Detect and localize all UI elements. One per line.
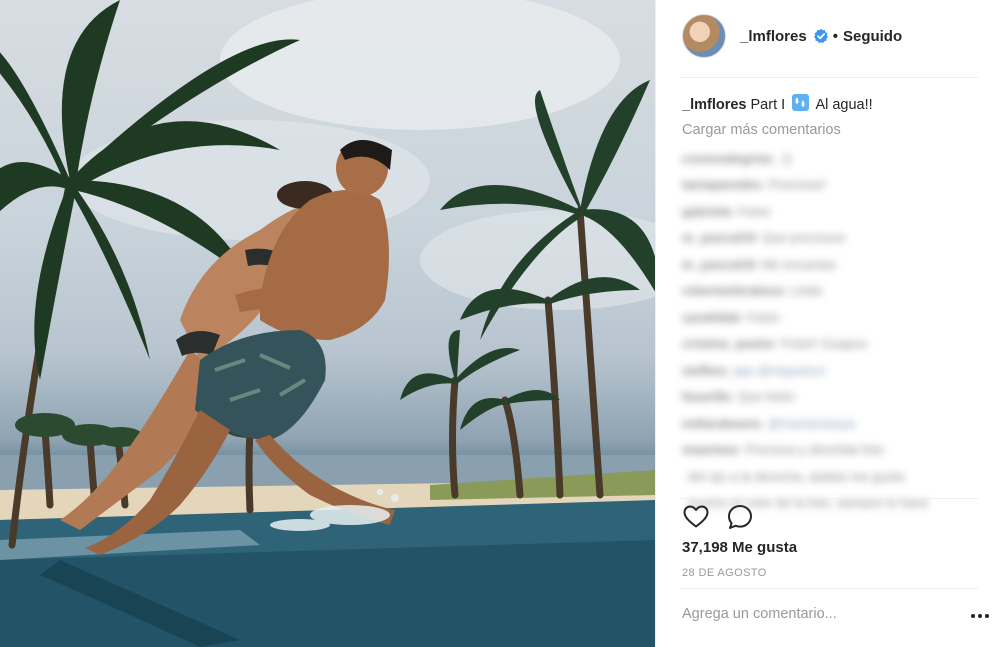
- comments-divider: [680, 498, 978, 499]
- caption-text-before: Part I: [750, 97, 786, 113]
- post-header: _lmflores • Seguido: [656, 0, 1002, 72]
- comment-username[interactable]: cosmoalegrias: [682, 151, 773, 166]
- comment-item: del ojo a la derecha, aiadas me gusta: [682, 463, 982, 490]
- comment-item: robertanbrabeza Linda: [682, 278, 982, 305]
- photo-scene: [0, 0, 655, 647]
- post-caption: _lmflores Part I Al agua!!: [682, 94, 873, 113]
- post-side-panel: _lmflores • Seguido _lmflores Part I Al …: [655, 0, 1002, 647]
- add-comment-input[interactable]: [682, 606, 922, 622]
- comment-item: nellarabeans @martanskaya: [682, 410, 982, 437]
- comment-text: Fotón: [746, 309, 780, 325]
- post-username-link[interactable]: _lmflores: [740, 28, 807, 45]
- comment-username[interactable]: nellarabeans: [682, 416, 762, 431]
- caption-username-link[interactable]: _lmflores: [682, 97, 746, 113]
- comment-text: Linda: [789, 283, 822, 299]
- comment-text: del ojo a la derecha, aiadas me gusta: [688, 468, 905, 484]
- comment-username[interactable]: gabriela: [682, 204, 732, 219]
- comment-username[interactable]: m_pascal19: [682, 257, 756, 272]
- comment-item: cosmoalegrias:)): [682, 145, 982, 172]
- comment-text: Me encantas: [761, 256, 837, 272]
- comment-text: Preciosa!!: [768, 177, 827, 193]
- follow-status-button[interactable]: Seguido: [843, 28, 902, 45]
- comment-bubble-icon[interactable]: [726, 503, 754, 531]
- more-options-icon[interactable]: [970, 611, 990, 621]
- comment-username[interactable]: sarahbbb: [682, 310, 741, 325]
- comment-item: maarteee Preciosa y divertida foto: [682, 437, 982, 464]
- comment-item: gabriela Fotos: [682, 198, 982, 225]
- comment-username[interactable]: taniaparedes: [682, 177, 762, 192]
- comment-username[interactable]: cristina_pastor: [682, 336, 775, 351]
- comment-text: Preciosa y divertida foto: [745, 442, 884, 458]
- post-date: 28 DE AGOSTO: [682, 567, 767, 579]
- header-divider: [680, 77, 978, 78]
- comment-text: Que fotón: [737, 389, 795, 405]
- heart-icon[interactable]: [682, 503, 710, 531]
- comment-item: stefbes jaja @migueluvi: [682, 357, 982, 384]
- comment-username[interactable]: maarteee: [682, 442, 739, 457]
- post-actions: [682, 503, 754, 531]
- droplets-icon: [792, 94, 810, 111]
- verified-badge-icon: [813, 28, 828, 43]
- comment-item: m_pascal19 Me encantas: [682, 251, 982, 278]
- comment-username[interactable]: fasarillo: [682, 389, 732, 404]
- comment-username[interactable]: stefbes: [682, 363, 728, 378]
- comment-item: taniaparedes Preciosa!!: [682, 172, 982, 199]
- comment-text: Fotón! Guapos: [781, 336, 868, 352]
- add-comment-divider: [680, 588, 978, 589]
- caption-text-after: Al agua!!: [815, 97, 873, 113]
- comment-text: :)): [779, 150, 792, 166]
- post-photo[interactable]: [0, 0, 655, 647]
- comments-list: cosmoalegrias:)) taniaparedes Preciosa!! …: [682, 145, 982, 511]
- avatar[interactable]: [682, 14, 726, 58]
- comment-text: Fotos: [737, 203, 771, 219]
- comment-username[interactable]: m_pascal19: [682, 230, 756, 245]
- follow-separator: •: [832, 27, 838, 45]
- comment-item: cristina_pastor Fotón! Guapos: [682, 331, 982, 358]
- comment-item: fasarillo Que fotón: [682, 384, 982, 411]
- comment-item: m_pascal19 Que preciosos: [682, 225, 982, 252]
- comment-text: Que preciosos: [761, 230, 846, 246]
- load-more-comments-link[interactable]: Cargar más comentarios: [682, 122, 841, 138]
- likes-count[interactable]: 37,198 Me gusta: [682, 539, 797, 556]
- comment-item: sarahbbb Fotón: [682, 304, 982, 331]
- comment-text: jaja @migueluvi: [733, 362, 826, 378]
- comment-text: @martanskaya: [767, 415, 856, 431]
- comment-username[interactable]: robertanbrabeza: [682, 283, 784, 298]
